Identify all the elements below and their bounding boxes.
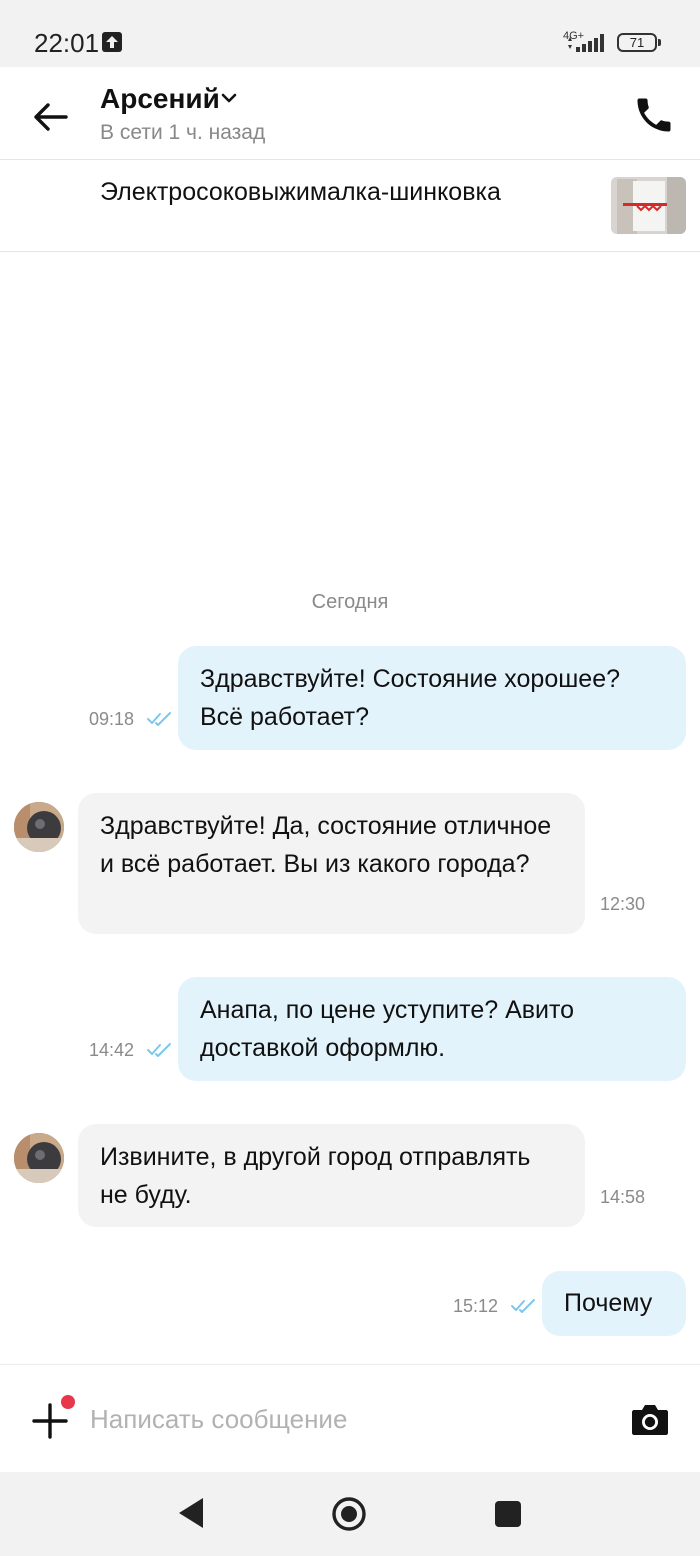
back-arrow-icon[interactable]: [30, 97, 70, 137]
message-text: Анапа, по цене уступите? Авито доставкой…: [200, 996, 575, 1062]
date-separator: Сегодня: [311, 591, 389, 613]
double-check-icon: [511, 1299, 535, 1313]
message-input[interactable]: [90, 1397, 600, 1441]
message-text: Почему: [564, 1289, 653, 1317]
contact-status: В сети 1 ч. назад: [100, 121, 266, 144]
double-check-icon: [147, 712, 171, 726]
message-time: 09:18: [89, 709, 135, 729]
outgoing-message[interactable]: Здравствуйте! Состояние хорошее? Всё раб…: [178, 646, 686, 750]
message-text: Извините, в другой город отправлять не б…: [100, 1143, 531, 1209]
incoming-message[interactable]: Здравствуйте! Да, состояние отличное и в…: [78, 793, 585, 934]
message-composer: [0, 1364, 700, 1472]
nav-home-icon[interactable]: [331, 1496, 367, 1532]
system-nav-bar: [0, 1472, 700, 1556]
message-time: 14:42: [89, 1040, 135, 1060]
battery-level: 71: [629, 35, 645, 50]
avatar[interactable]: [14, 1133, 64, 1183]
avatar[interactable]: [14, 802, 64, 852]
listing-title[interactable]: Электросоковыжималка-шинковка: [100, 174, 570, 210]
double-check-icon: [147, 1043, 171, 1057]
notification-dot: [61, 1395, 75, 1409]
message-text: Здравствуйте! Да, состояние отличное и в…: [100, 812, 552, 878]
nav-recents-icon[interactable]: [494, 1500, 522, 1528]
outgoing-message[interactable]: Анапа, по цене уступите? Авито доставкой…: [178, 977, 686, 1081]
listing-thumbnail[interactable]: [611, 177, 686, 234]
upload-notification-icon: [102, 32, 122, 52]
message-time: 12:30: [600, 894, 646, 914]
contact-name[interactable]: Арсений: [100, 83, 220, 115]
incoming-message[interactable]: Извините, в другой город отправлять не б…: [78, 1124, 585, 1227]
nav-back-icon[interactable]: [176, 1496, 206, 1530]
outgoing-message[interactable]: Почему: [542, 1271, 686, 1336]
camera-icon[interactable]: [630, 1401, 670, 1437]
signal-icon: [568, 34, 604, 52]
chat-header: Арсений В сети 1 ч. назад: [0, 67, 700, 160]
status-time: 22:01: [34, 28, 100, 58]
phone-icon[interactable]: [632, 93, 676, 137]
listing-item-bar[interactable]: Электросоковыжималка-шинковка: [0, 160, 700, 252]
message-time: 14:58: [600, 1187, 646, 1207]
battery-icon: 71: [617, 33, 661, 52]
chevron-down-icon[interactable]: [220, 91, 238, 105]
message-time: 15:12: [453, 1296, 499, 1316]
status-bar: 22:01 4G+ 71: [0, 0, 700, 67]
message-text: Здравствуйте! Состояние хорошее? Всё раб…: [200, 665, 620, 731]
